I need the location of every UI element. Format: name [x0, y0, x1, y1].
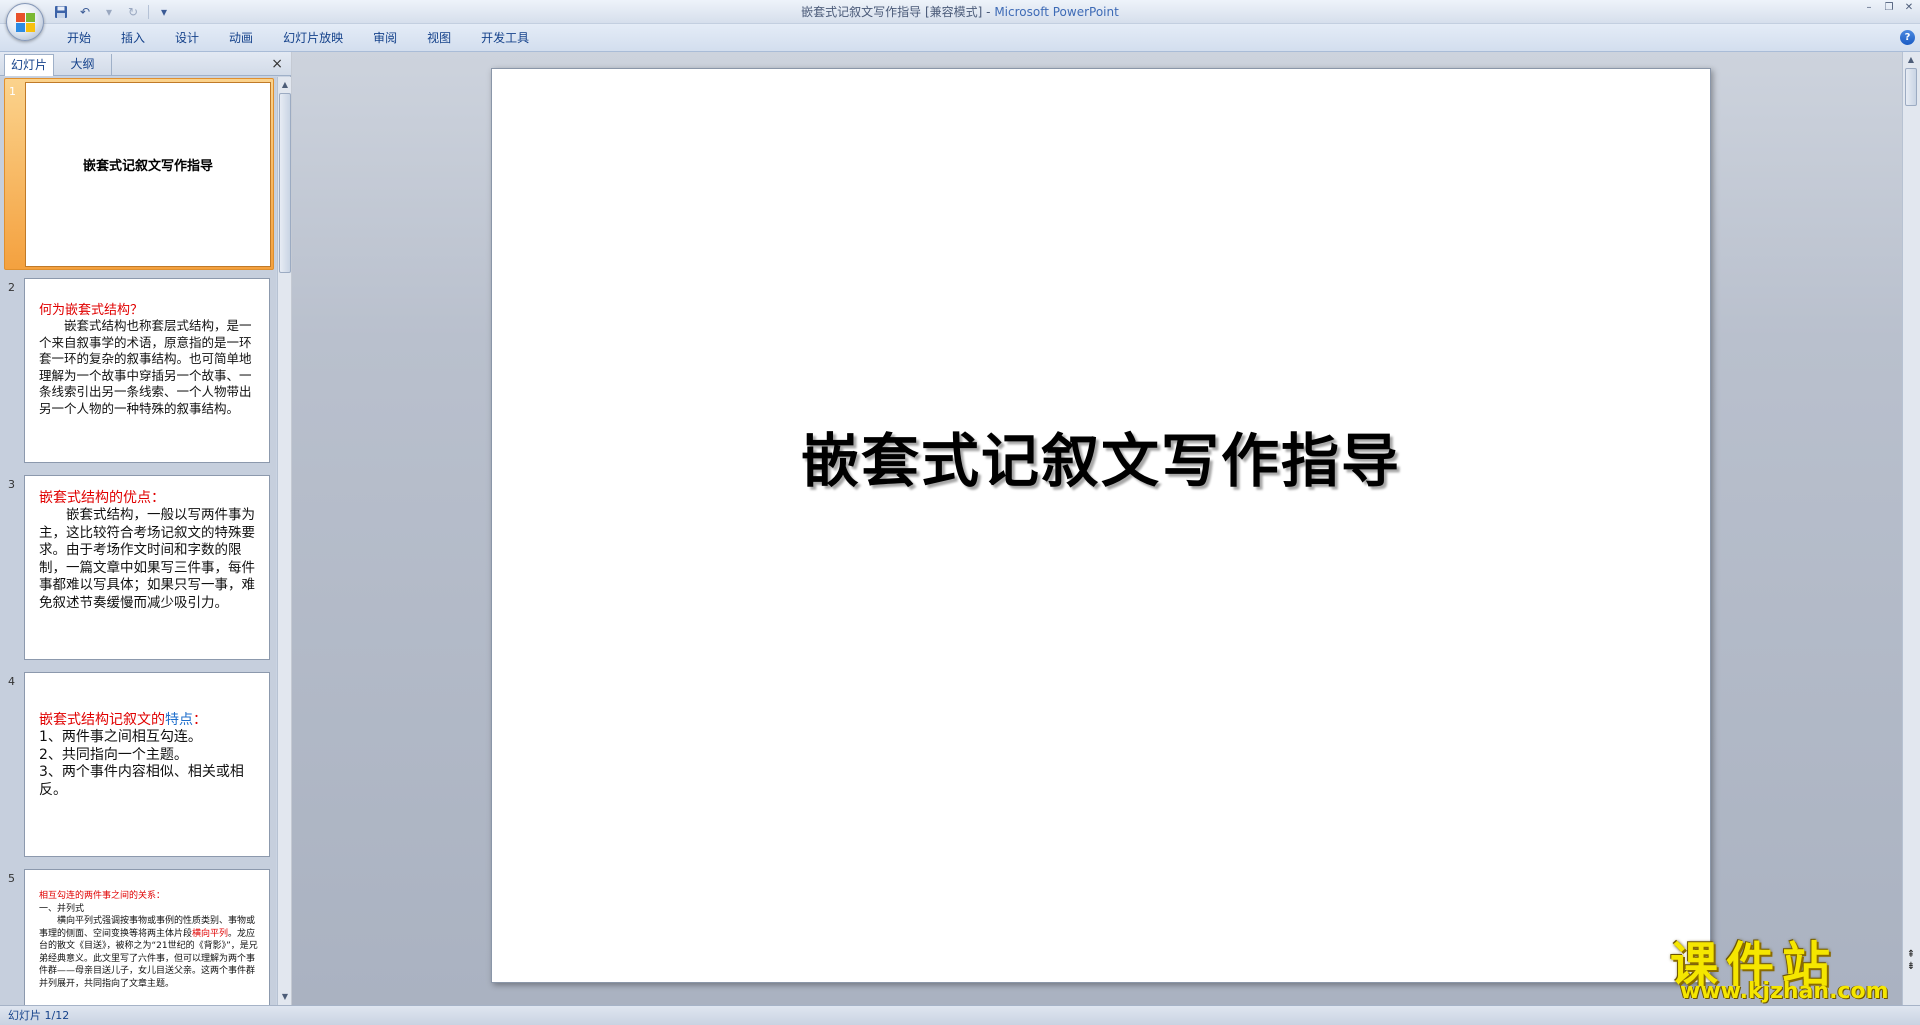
undo-icon[interactable]: ↶ [76, 4, 94, 20]
heading-colon: ： [193, 712, 207, 728]
pane-tabs: 幻灯片 大纲 × [0, 52, 291, 76]
slide-number: 3 [8, 478, 15, 491]
save-icon[interactable] [52, 4, 70, 20]
thumb-item: 3、两个事件内容相似、相关或相反。 [39, 764, 244, 798]
tab-insert[interactable]: 插入 [106, 24, 160, 52]
thumb-heading: 何为嵌套式结构？ [39, 303, 144, 318]
slide-nav-buttons: ⇞ ⇟ [1902, 950, 1920, 1000]
slides-pane: 幻灯片 大纲 × 1 嵌套式记叙文写作指导 2 何为嵌套式结构？ 嵌套式结构也称… [0, 52, 291, 1005]
thumb-item: 2、共同指向一个主题。 [39, 746, 188, 763]
slide-preview: 嵌套式记叙文写作指导 [25, 82, 271, 267]
slide-number: 4 [8, 675, 15, 688]
tab-developer[interactable]: 开发工具 [466, 24, 544, 52]
undo-dropdown-icon[interactable]: ▾ [100, 4, 118, 20]
thumb-heading: 嵌套式结构的优点： [39, 490, 165, 506]
thumb-heading: 嵌套式结构记叙文的特点： [39, 709, 255, 729]
thumbnail-list: 1 嵌套式记叙文写作指导 2 何为嵌套式结构？ 嵌套式结构也称套层式结构，是一个… [0, 77, 276, 1005]
tab-outline[interactable]: 大纲 [54, 54, 112, 76]
tab-review[interactable]: 审阅 [358, 24, 412, 52]
status-bar: 幻灯片 1/12 [0, 1005, 1920, 1025]
body-part-red: 横向平列 [192, 928, 229, 939]
slide-number: 1 [9, 85, 16, 98]
watermark-url: www.kjzhan.com [1680, 979, 1889, 1004]
next-slide-icon[interactable]: ⇟ [1907, 962, 1915, 972]
heading-blue-part: 特点 [165, 712, 193, 728]
slide-thumbnail-5[interactable]: 5 相互勾连的两件事之间的关系： 一、并列式 横向平列式强调按事物或事例的性质类… [4, 866, 274, 1005]
scroll-up-icon[interactable]: ▲ [279, 78, 291, 91]
slide-number: 5 [8, 872, 15, 885]
scroll-thumb[interactable] [279, 93, 291, 273]
ribbon-tabs: 开始 插入 设计 动画 幻灯片放映 审阅 视图 开发工具 [52, 24, 544, 52]
slide-editing-area: 嵌套式记叙文写作指导 [292, 52, 1902, 1005]
office-button[interactable] [6, 3, 44, 41]
title-separator: - [982, 5, 995, 19]
heading-red-part: 嵌套式结构记叙文的 [39, 712, 165, 728]
minimize-icon[interactable]: – [1862, 2, 1876, 14]
slide-thumbnail-2[interactable]: 2 何为嵌套式结构？ 嵌套式结构也称套层式结构，是一个来自叙事学的术语，原意指的… [4, 275, 274, 467]
window-controls: – ❐ ✕ [1862, 2, 1916, 14]
app-name: Microsoft PowerPoint [994, 5, 1119, 19]
slide-thumbnail-3[interactable]: 3 嵌套式结构的优点： 嵌套式结构，一般以写两件事为主，这比较符合考场记叙文的特… [4, 472, 274, 664]
slide-number: 2 [8, 281, 15, 294]
thumbnails-scrollbar[interactable]: ▲ ▼ [277, 77, 291, 1005]
slide-thumbnail-1[interactable]: 1 嵌套式记叙文写作指导 [4, 78, 274, 270]
slide-title[interactable]: 嵌套式记叙文写作指导 [492, 414, 1710, 498]
redo-icon[interactable]: ↻ [124, 4, 142, 20]
scroll-up-icon[interactable]: ▲ [1905, 53, 1917, 66]
tab-animations[interactable]: 动画 [214, 24, 268, 52]
thumb-body: 嵌套式结构也称套层式结构，是一个来自叙事学的术语，原意指的是一环套一环的复杂的叙… [39, 318, 252, 416]
slide-scrollbar[interactable]: ▲ [1902, 52, 1920, 1005]
tab-home[interactable]: 开始 [52, 24, 106, 52]
tab-slideshow[interactable]: 幻灯片放映 [268, 24, 358, 52]
previous-slide-icon[interactable]: ⇞ [1907, 950, 1915, 960]
ribbon-tab-bar: 开始 插入 设计 动画 幻灯片放映 审阅 视图 开发工具 ? [0, 24, 1920, 52]
document-title: 嵌套式记叙文写作指导 [兼容模式] [801, 5, 983, 19]
thumb-item: 1、两件事之间相互勾连。 [39, 729, 202, 745]
thumb-heading: 相互勾连的两件事之间的关系： [39, 891, 166, 901]
thumb-body: 嵌套式结构，一般以写两件事为主，这比较符合考场记叙文的特殊要求。由于考场作文时间… [39, 507, 255, 611]
slide-preview: 嵌套式结构记叙文的特点： 1、两件事之间相互勾连。 2、共同指向一个主题。 3、… [24, 672, 270, 857]
thumb-body: 横向平列式强调按事物或事例的性质类别、事物或事理的侧面、空间变换等将两主体片段横… [39, 915, 259, 990]
close-window-icon[interactable]: ✕ [1902, 2, 1916, 14]
slide-indicator: 幻灯片 1/12 [8, 1009, 70, 1022]
current-slide[interactable]: 嵌套式记叙文写作指导 [491, 68, 1711, 983]
slide-preview: 何为嵌套式结构？ 嵌套式结构也称套层式结构，是一个来自叙事学的术语，原意指的是一… [24, 278, 270, 463]
thumb-title: 嵌套式记叙文写作指导 [82, 159, 213, 174]
slide-thumbnail-4[interactable]: 4 嵌套式结构记叙文的特点： 1、两件事之间相互勾连。 2、共同指向一个主题。 … [4, 669, 274, 861]
thumb-subheading: 一、并列式 [39, 903, 85, 914]
scroll-down-icon[interactable]: ▼ [279, 990, 291, 1003]
slide-preview: 嵌套式结构的优点： 嵌套式结构，一般以写两件事为主，这比较符合考场记叙文的特殊要… [24, 475, 270, 660]
scroll-thumb[interactable] [1905, 68, 1917, 106]
qat-separator [148, 5, 149, 19]
watermark-logo: 课件站 www.kjzhan.com [1670, 925, 1900, 1004]
quick-access-toolbar: ↶ ▾ ↻ ▾ [52, 3, 173, 21]
tab-slides[interactable]: 幻灯片 [4, 54, 54, 76]
close-pane-icon[interactable]: × [271, 55, 283, 73]
title-bar: 嵌套式记叙文写作指导 [兼容模式] - Microsoft PowerPoint… [0, 0, 1920, 24]
tab-view[interactable]: 视图 [412, 24, 466, 52]
customize-qat-icon[interactable]: ▾ [155, 4, 173, 20]
office-logo-icon [16, 13, 36, 33]
restore-icon[interactable]: ❐ [1882, 2, 1896, 14]
help-icon[interactable]: ? [1900, 30, 1915, 45]
tab-design[interactable]: 设计 [160, 24, 214, 52]
slide-preview: 相互勾连的两件事之间的关系： 一、并列式 横向平列式强调按事物或事例的性质类别、… [24, 869, 270, 1005]
window-title: 嵌套式记叙文写作指导 [兼容模式] - Microsoft PowerPoint [0, 0, 1920, 24]
